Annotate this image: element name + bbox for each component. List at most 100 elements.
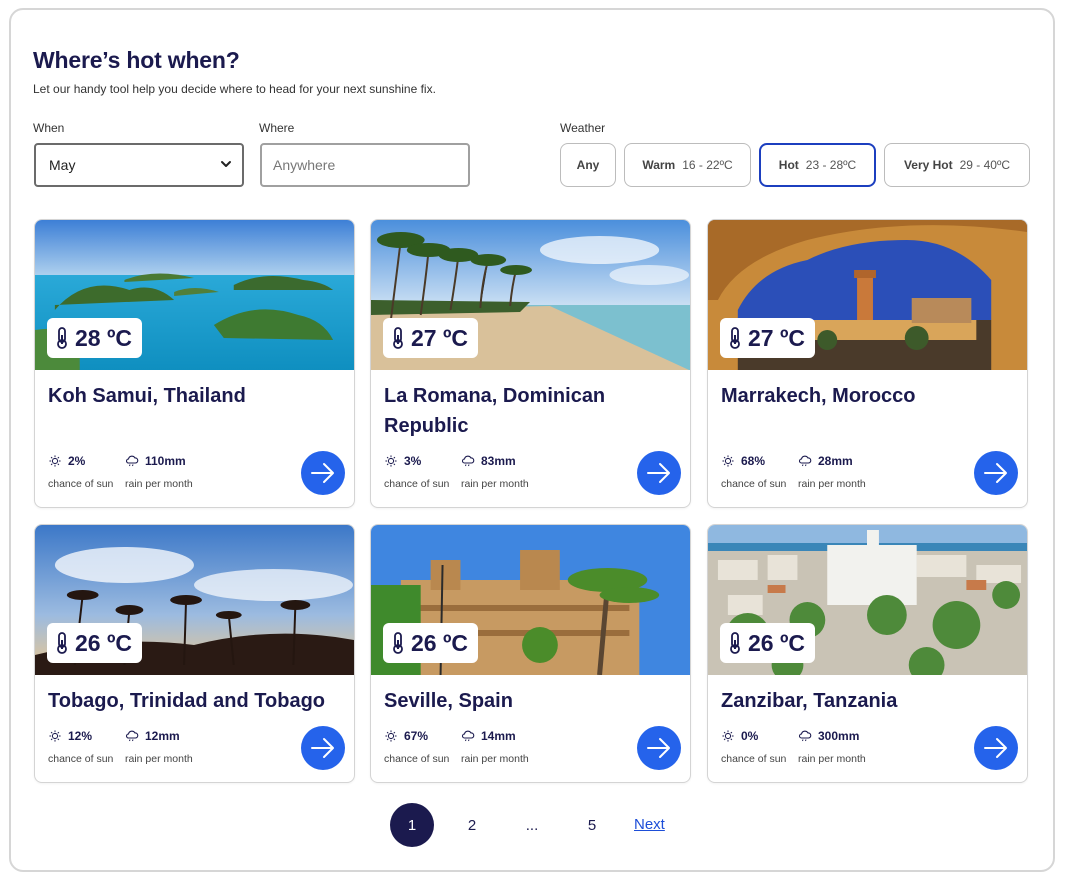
temperature-badge: 27 ºC xyxy=(383,318,478,358)
view-destination-button[interactable] xyxy=(637,726,681,770)
page-2-button[interactable]: 2 xyxy=(450,803,494,847)
temperature-value: 28 ºC xyxy=(75,324,132,351)
destination-card[interactable]: 26 ºC Tobago, Trinidad and Tobago 12% ch… xyxy=(34,524,355,783)
rain-value: 83mm xyxy=(481,454,516,468)
sun-stat: 0% chance of sun xyxy=(721,729,786,765)
weather-very-hot-button[interactable]: Very Hot 29 - 40ºC xyxy=(884,143,1030,187)
rain-cloud-icon xyxy=(461,455,475,467)
page-ellipsis: ... xyxy=(525,816,539,834)
sun-value: 12% xyxy=(68,729,93,743)
arrow-right-icon xyxy=(647,463,670,483)
sun-value: 67% xyxy=(404,729,429,743)
sun-stat: 12% chance of sun xyxy=(48,729,113,765)
rain-stat: 14mm rain per month xyxy=(461,729,529,765)
sun-stat: 67% chance of sun xyxy=(384,729,449,765)
arrow-right-icon xyxy=(311,463,334,483)
view-destination-button[interactable] xyxy=(974,451,1018,495)
page-subtitle: Let our handy tool help you decide where… xyxy=(33,82,436,96)
view-destination-button[interactable] xyxy=(974,726,1018,770)
destination-name: Marrakech, Morocco xyxy=(721,385,916,407)
weather-very-hot-range: 29 - 40ºC xyxy=(959,158,1011,172)
page-title: Where’s hot when? xyxy=(33,47,240,73)
sun-caption: chance of sun xyxy=(48,478,114,490)
sun-icon xyxy=(385,730,397,742)
where-label: Where xyxy=(259,121,295,135)
when-select-value: May xyxy=(49,157,76,173)
destination-name: Koh Samui, Thailand xyxy=(48,385,246,407)
weather-label: Weather xyxy=(560,121,606,135)
sun-caption: chance of sun xyxy=(384,478,450,490)
sun-stat: 3% chance of sun xyxy=(384,454,449,490)
weather-warm-button[interactable]: Warm 16 - 22ºC xyxy=(624,143,751,187)
rain-value: 110mm xyxy=(145,454,186,468)
destination-name: La Romana, Dominican Republic xyxy=(384,385,606,437)
arrow-right-icon xyxy=(984,463,1007,483)
sun-icon xyxy=(49,455,61,467)
sun-value: 68% xyxy=(741,454,766,468)
sun-caption: chance of sun xyxy=(48,753,114,765)
rain-caption: rain per month xyxy=(798,478,866,490)
thermometer-icon xyxy=(57,632,67,654)
chevron-down-icon xyxy=(221,161,231,167)
rain-stat: 28mm rain per month xyxy=(798,454,866,490)
next-page-link[interactable]: Next xyxy=(634,816,665,833)
rain-caption: rain per month xyxy=(125,478,193,490)
weather-hot-range: 23 - 28ºC xyxy=(805,158,857,172)
arrow-right-icon xyxy=(311,738,334,758)
rain-cloud-icon xyxy=(125,730,139,742)
weather-hot-button[interactable]: Hot 23 - 28ºC xyxy=(759,143,876,187)
view-destination-button[interactable] xyxy=(301,451,345,495)
rain-caption: rain per month xyxy=(798,753,866,765)
rain-cloud-icon xyxy=(798,455,812,467)
rain-value: 28mm xyxy=(818,454,853,468)
destination-name: Zanzibar, Tanzania xyxy=(721,690,898,712)
rain-stat: 12mm rain per month xyxy=(125,729,193,765)
rain-value: 14mm xyxy=(481,729,516,743)
thermometer-icon xyxy=(730,632,740,654)
thermometer-icon xyxy=(730,327,740,349)
temperature-badge: 28 ºC xyxy=(47,318,142,358)
when-select[interactable]: May xyxy=(34,143,244,187)
pagination: 1 2 ... 5 Next xyxy=(0,803,1065,847)
rain-stat: 300mm rain per month xyxy=(798,729,866,765)
rain-cloud-icon xyxy=(125,455,139,467)
thermometer-icon xyxy=(393,632,403,654)
view-destination-button[interactable] xyxy=(301,726,345,770)
weather-very-hot-label: Very Hot xyxy=(903,158,953,172)
weather-warm-range: 16 - 22ºC xyxy=(682,158,733,172)
rain-value: 300mm xyxy=(818,729,860,743)
rain-cloud-icon xyxy=(461,730,475,742)
destination-name: Tobago, Trinidad and Tobago xyxy=(48,690,326,712)
rain-stat: 83mm rain per month xyxy=(461,454,529,490)
temperature-value: 27 ºC xyxy=(748,324,805,351)
sun-value: 0% xyxy=(741,729,759,743)
rain-value: 12mm xyxy=(145,729,180,743)
sun-icon xyxy=(385,455,397,467)
temperature-badge: 26 ºC xyxy=(720,623,815,663)
destination-card[interactable]: 26 ºC Zanzibar, Tanzania 0% chance of su… xyxy=(707,524,1028,783)
sun-icon xyxy=(49,730,61,742)
sun-stat: 2% chance of sun xyxy=(48,454,113,490)
destination-card[interactable]: 26 ºC Seville, Spain 67% chance of sun 1… xyxy=(370,524,691,783)
where-input[interactable]: Anywhere xyxy=(260,143,470,187)
destination-card[interactable]: 28 ºC Koh Samui, Thailand 2% chance of s… xyxy=(34,219,355,508)
page-1-button[interactable]: 1 xyxy=(390,803,434,847)
page-5-button[interactable]: 5 xyxy=(570,803,614,847)
temperature-badge: 27 ºC xyxy=(720,318,815,358)
temperature-value: 26 ºC xyxy=(75,629,132,656)
view-destination-button[interactable] xyxy=(637,451,681,495)
sun-icon xyxy=(722,455,734,467)
thermometer-icon xyxy=(57,327,67,349)
weather-hot-label: Hot xyxy=(778,158,799,172)
weather-any-button[interactable]: Any xyxy=(560,143,616,187)
destination-name: Seville, Spain xyxy=(384,690,513,712)
sun-caption: chance of sun xyxy=(721,753,787,765)
sun-value: 2% xyxy=(68,454,86,468)
destination-card[interactable]: 27 ºC La Romana, Dominican Republic 3% c… xyxy=(370,219,691,508)
thermometer-icon xyxy=(393,327,403,349)
where-input-placeholder: Anywhere xyxy=(273,157,336,173)
sun-stat: 68% chance of sun xyxy=(721,454,786,490)
destination-card[interactable]: 27 ºC Marrakech, Morocco 68% chance of s… xyxy=(707,219,1028,508)
rain-cloud-icon xyxy=(798,730,812,742)
arrow-right-icon xyxy=(984,738,1007,758)
